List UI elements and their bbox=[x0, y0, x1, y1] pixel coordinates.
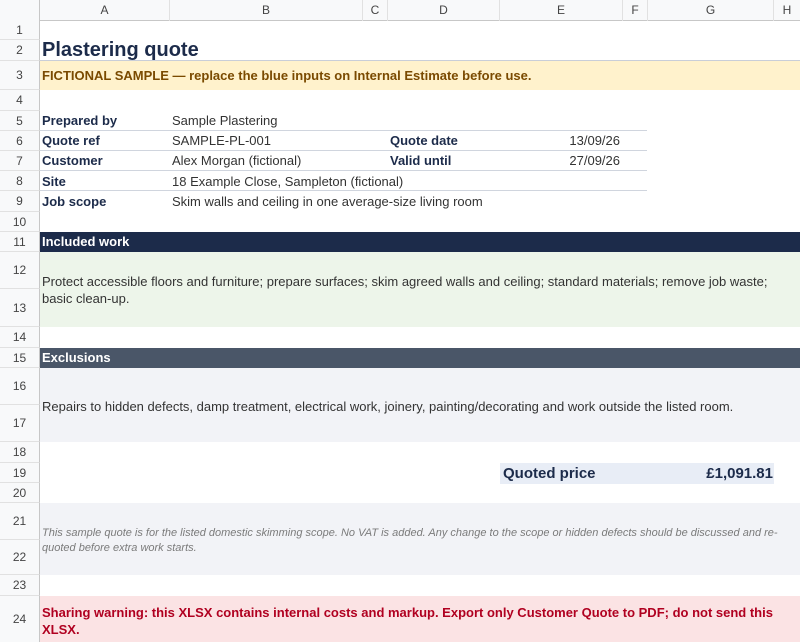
row-header[interactable]: 24 bbox=[0, 596, 40, 642]
row-header[interactable]: 8 bbox=[0, 171, 40, 191]
customer-value[interactable]: Alex Morgan (fictional) bbox=[172, 153, 301, 168]
details-rule bbox=[40, 130, 647, 131]
scope-note[interactable]: This sample quote is for the listed dome… bbox=[42, 526, 794, 556]
row-header[interactable]: 5 bbox=[0, 111, 40, 131]
column-header[interactable]: E bbox=[500, 0, 623, 21]
row-header[interactable]: 2 bbox=[0, 40, 40, 61]
column-header[interactable]: G bbox=[648, 0, 774, 21]
row-header[interactable]: 10 bbox=[0, 212, 40, 232]
customer-label: Customer bbox=[42, 153, 103, 168]
row-header[interactable]: 12 bbox=[0, 252, 40, 289]
row-header[interactable]: 16 bbox=[0, 368, 40, 405]
column-header[interactable]: F bbox=[623, 0, 648, 21]
row-header[interactable]: 17 bbox=[0, 405, 40, 442]
column-header[interactable]: C bbox=[363, 0, 388, 21]
job-scope-value[interactable]: Skim walls and ceiling in one average-si… bbox=[172, 194, 483, 209]
sample-banner: FICTIONAL SAMPLE — replace the blue inpu… bbox=[40, 61, 800, 90]
row-header[interactable]: 1 bbox=[0, 21, 40, 40]
quoted-price-label: Quoted price bbox=[503, 465, 596, 482]
details-rule bbox=[40, 190, 647, 191]
row-header[interactable]: 18 bbox=[0, 442, 40, 463]
exclusions-header: Exclusions bbox=[40, 348, 800, 368]
quoted-price-box: Quoted price £1,091.81 bbox=[500, 463, 774, 484]
valid-until-value[interactable]: 27/09/26 bbox=[500, 153, 620, 168]
job-scope-label: Job scope bbox=[42, 194, 107, 209]
site-label: Site bbox=[42, 174, 66, 189]
row-header[interactable]: 20 bbox=[0, 483, 40, 503]
row-header[interactable]: 19 bbox=[0, 463, 40, 483]
valid-until-label: Valid until bbox=[390, 153, 452, 168]
row-header[interactable]: 15 bbox=[0, 348, 40, 368]
select-all-corner[interactable] bbox=[0, 0, 40, 21]
page-title: Plastering quote bbox=[42, 39, 199, 61]
row-header[interactable]: 13 bbox=[0, 289, 40, 327]
row-header[interactable]: 14 bbox=[0, 327, 40, 348]
site-value[interactable]: 18 Example Close, Sampleton (fictional) bbox=[172, 174, 403, 189]
quote-date-value[interactable]: 13/09/26 bbox=[500, 133, 620, 148]
spreadsheet: A B C D E F G H 1 2 3 4 5 6 7 8 9 10 11 … bbox=[0, 0, 800, 642]
prepared-by-label: Prepared by bbox=[42, 113, 118, 128]
included-work-text[interactable]: Protect accessible floors and furniture;… bbox=[42, 273, 794, 307]
quote-date-label: Quote date bbox=[390, 133, 458, 148]
row-header[interactable]: 22 bbox=[0, 540, 40, 575]
row-header[interactable]: 7 bbox=[0, 151, 40, 171]
row-header[interactable]: 6 bbox=[0, 131, 40, 151]
row-header[interactable]: 21 bbox=[0, 503, 40, 540]
quote-ref-label: Quote ref bbox=[42, 133, 100, 148]
quote-ref-value[interactable]: SAMPLE-PL-001 bbox=[172, 133, 271, 148]
column-header[interactable]: H bbox=[774, 0, 800, 21]
row-header[interactable]: 3 bbox=[0, 61, 40, 90]
sample-banner-text: FICTIONAL SAMPLE — replace the blue inpu… bbox=[42, 68, 532, 83]
column-header[interactable]: B bbox=[170, 0, 363, 21]
row-header[interactable]: 9 bbox=[0, 191, 40, 212]
prepared-by-value[interactable]: Sample Plastering bbox=[172, 113, 278, 128]
quoted-price-value[interactable]: £1,091.81 bbox=[706, 465, 773, 482]
sharing-warning[interactable]: Sharing warning: this XLSX contains inte… bbox=[42, 604, 794, 638]
column-header[interactable]: D bbox=[388, 0, 500, 21]
exclusions-text[interactable]: Repairs to hidden defects, damp treatmen… bbox=[42, 398, 794, 415]
row-header[interactable]: 23 bbox=[0, 575, 40, 596]
details-rule bbox=[40, 150, 647, 151]
row-header[interactable]: 11 bbox=[0, 232, 40, 252]
column-header[interactable]: A bbox=[40, 0, 170, 21]
included-work-header: Included work bbox=[40, 232, 800, 252]
details-rule bbox=[40, 170, 647, 171]
column-header-bar: A B C D E F G H bbox=[0, 0, 800, 21]
row-header[interactable]: 4 bbox=[0, 90, 40, 111]
